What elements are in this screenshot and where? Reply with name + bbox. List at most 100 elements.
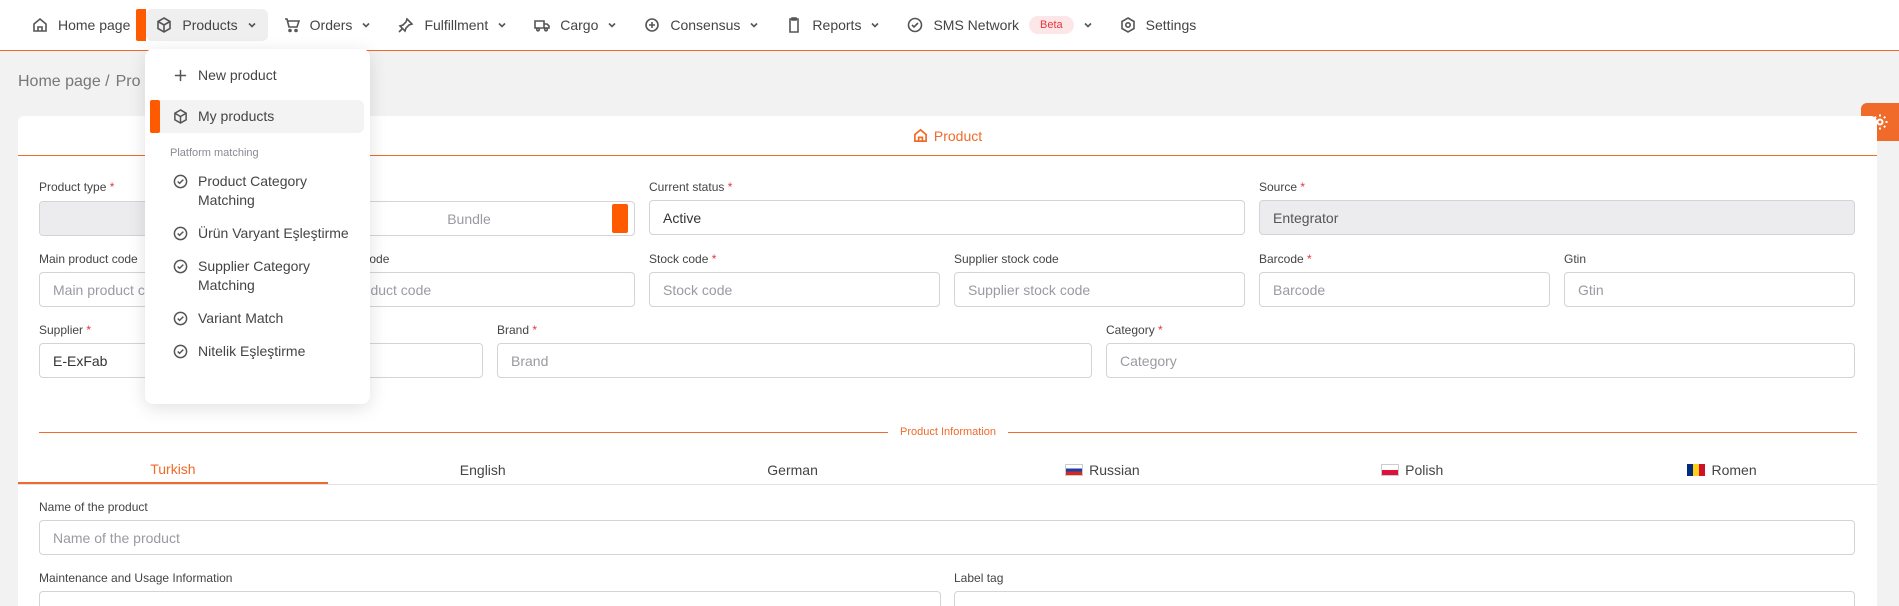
check-circle-icon — [908, 17, 923, 33]
poland-flag-icon — [1381, 463, 1400, 476]
nav-reports[interactable]: Reports — [776, 9, 891, 41]
barcode-input[interactable]: Barcode — [1259, 272, 1550, 307]
menu-item-variant-match[interactable]: Variant Match — [151, 302, 364, 335]
handshake-icon — [645, 18, 660, 32]
section-title: Product Information — [900, 426, 996, 438]
truck-icon — [534, 20, 551, 32]
tab-turkish[interactable]: Turkish — [18, 455, 328, 484]
label-tag-field: Label tag — [954, 571, 1855, 606]
menu-item-nitelik-eslestirme[interactable]: Nitelik Eşleştirme — [151, 335, 364, 368]
current-status-field: Current status * Active — [649, 180, 1245, 235]
chevron-down-icon — [608, 22, 616, 28]
nav-products[interactable]: Products — [136, 9, 268, 41]
beta-badge: Beta — [1029, 16, 1074, 34]
product-code-field: uct code roduct code — [344, 252, 635, 307]
source-label: Source * — [1259, 180, 1306, 194]
category-field: Category * Category — [1106, 323, 1855, 378]
check-circle-icon — [173, 344, 188, 359]
tab-product-label: Product — [933, 127, 983, 144]
menu-item-my-products[interactable]: My products — [150, 100, 364, 133]
pin-icon — [398, 17, 414, 33]
category-label: Category * — [1106, 323, 1163, 337]
check-circle-icon — [173, 311, 188, 326]
chevron-down-icon — [248, 22, 256, 28]
barcode-field: Barcode * Barcode — [1259, 252, 1550, 307]
nav-settings[interactable]: Settings — [1110, 9, 1207, 41]
product-code-input[interactable]: roduct code — [344, 272, 635, 307]
russia-flag-icon — [1065, 463, 1084, 476]
product-information-divider: Product Information — [39, 425, 1857, 439]
gtin-label: Gtin — [1564, 252, 1587, 266]
menu-item-urun-varyant-eslestirme[interactable]: Ürün Varyant Eşleştirme — [151, 217, 364, 250]
product-name-field: Name of the product Name of the product — [39, 500, 1855, 555]
nav-label: Fulfillment — [424, 17, 489, 33]
tab-polish[interactable]: Polish — [1257, 455, 1567, 484]
nav-cargo[interactable]: Cargo — [524, 9, 628, 41]
brand-field: Brand * Brand — [497, 323, 1092, 378]
home-icon — [33, 17, 47, 32]
top-navigation: Home page Products Orders Fulfillment Ca… — [0, 0, 1899, 51]
nav-consensus[interactable]: Consensus — [634, 9, 770, 41]
breadcrumb: Home page / Pro — [18, 73, 141, 91]
breadcrumb-current: Pro — [115, 73, 141, 90]
category-input[interactable]: Category — [1106, 343, 1855, 378]
nav-fulfillment[interactable]: Fulfillment — [388, 9, 518, 41]
product-name-input[interactable]: Name of the product — [39, 520, 1855, 555]
nav-home-page[interactable]: Home page — [22, 9, 140, 41]
tab-german[interactable]: German — [638, 455, 948, 484]
maintenance-input[interactable] — [39, 591, 941, 606]
gtin-input[interactable]: Gtin — [1564, 272, 1855, 307]
menu-item-new-product[interactable]: New product — [151, 59, 364, 92]
nav-label: Products — [182, 17, 238, 33]
nav-orders[interactable]: Orders — [274, 9, 383, 41]
barcode-label: Barcode * — [1259, 252, 1312, 266]
stock-code-input[interactable]: Stock code — [649, 272, 940, 307]
cart-icon — [284, 18, 300, 33]
stock-code-field: Stock code * Stock code — [649, 252, 940, 307]
toggle-marker — [612, 204, 628, 233]
nav-sms-network[interactable]: SMS Network Beta — [897, 9, 1103, 41]
menu-item-product-category-matching[interactable]: Product Category Matching — [151, 165, 364, 217]
menu-section-title: Platform matching — [170, 147, 259, 159]
gtin-field: Gtin Gtin — [1564, 252, 1855, 307]
nav-label: Orders — [309, 17, 353, 33]
nav-label: Settings — [1145, 17, 1197, 33]
box-icon — [157, 17, 172, 33]
home-icon — [913, 128, 927, 142]
clipboard-icon — [789, 17, 800, 33]
nav-label: Reports — [812, 17, 862, 33]
chevron-down-icon — [1084, 22, 1092, 28]
menu-item-supplier-category-matching[interactable]: Supplier Category Matching — [151, 250, 364, 302]
tab-english[interactable]: English — [328, 455, 638, 484]
box-icon — [174, 109, 187, 124]
product-type-label-wrap: Product type * — [39, 180, 114, 200]
current-status-select[interactable]: Active — [649, 200, 1245, 235]
brand-input[interactable]: Brand — [497, 343, 1092, 378]
label-tag-label: Label tag — [954, 571, 1004, 585]
supplier-stock-code-label: Supplier stock code — [954, 252, 1059, 266]
chevron-down-icon — [362, 22, 371, 28]
language-tabs: Turkish English German Russian Polish Ro… — [18, 455, 1877, 485]
stock-code-label: Stock code * — [649, 252, 717, 266]
products-dropdown-menu: New product My products Platform matchin… — [145, 49, 370, 404]
supplier-stock-code-input[interactable]: Supplier stock code — [954, 272, 1245, 307]
breadcrumb-home[interactable]: Home page / — [18, 73, 110, 91]
nav-label: SMS Network — [933, 17, 1020, 33]
chevron-down-icon — [871, 22, 880, 28]
tab-russian[interactable]: Russian — [947, 455, 1257, 484]
plus-icon — [174, 69, 187, 82]
chevron-down-icon — [750, 22, 758, 28]
nav-label: Consensus — [670, 17, 741, 33]
tab-romen[interactable]: Romen — [1567, 455, 1877, 484]
nav-label: Home page — [58, 17, 131, 33]
gear-icon — [1120, 17, 1135, 33]
product-code-label: uct code — [344, 252, 390, 266]
source-input: Entegrator — [1259, 200, 1855, 235]
label-tag-input[interactable] — [954, 591, 1855, 606]
nav-label: Cargo — [560, 17, 599, 33]
brand-label: Brand * — [497, 323, 538, 337]
maintenance-field: Maintenance and Usage Information — [39, 571, 941, 606]
product-name-label: Name of the product — [39, 500, 148, 514]
source-field: Source * Entegrator — [1259, 180, 1855, 235]
chevron-down-icon — [498, 22, 506, 28]
